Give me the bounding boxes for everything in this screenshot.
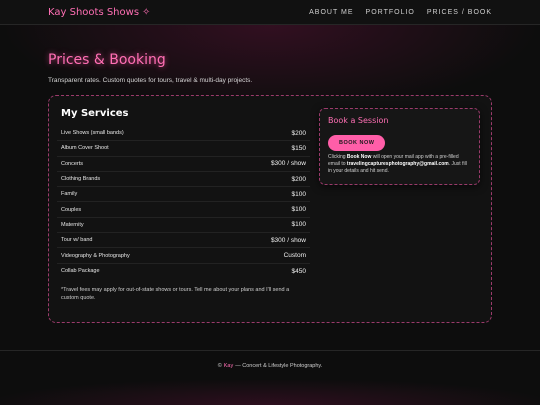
service-row: Tour w/ band $300 / show	[57, 233, 310, 249]
service-name: Family	[61, 191, 78, 198]
service-name: Maternity	[61, 221, 84, 228]
page-subtitle: Transparent rates. Custom quotes for tou…	[48, 77, 253, 84]
service-price: $100	[291, 221, 306, 229]
brand-logo[interactable]: Kay Shoots Shows ✧	[48, 7, 150, 18]
services-list: My Services Live Shows (small bands) $200…	[57, 108, 310, 303]
service-name: Live Shows (small bands)	[61, 130, 124, 137]
booking-text-bold: Book Now	[346, 154, 372, 160]
service-name: Concerts	[61, 160, 84, 167]
sparkle-icon: ✧	[142, 6, 151, 18]
service-price: $150	[291, 144, 306, 152]
service-price: $200	[291, 129, 306, 137]
pricing-panel: My Services Live Shows (small bands) $200…	[48, 95, 492, 323]
service-price: $100	[291, 190, 306, 198]
service-row: Collab Package $450	[57, 264, 310, 279]
footer-tagline: — Concert & Lifestyle Photography.	[235, 362, 323, 369]
booking-email-link[interactable]: travelingcapturesphotography@gmail.com	[347, 161, 449, 167]
travel-fee-note: *Travel fees may apply for out-of-state …	[61, 286, 290, 301]
service-row: Live Shows (small bands) $200	[57, 126, 310, 142]
service-price: $100	[291, 206, 306, 214]
footer-glow	[0, 380, 540, 405]
nav-portfolio[interactable]: PORTFOLIO	[366, 9, 415, 16]
service-row: Concerts $300 / show	[57, 157, 310, 172]
service-row: Videography & Photography Custom	[57, 248, 310, 264]
booking-instructions: Clicking Book Now will open your mail ap…	[328, 154, 471, 174]
service-name: Videography & Photography	[61, 252, 130, 259]
service-row: Maternity $100	[57, 218, 310, 234]
service-price: $300 / show	[270, 160, 306, 168]
book-now-button[interactable]: BOOK NOW	[328, 135, 386, 151]
services-title: My Services	[61, 108, 129, 119]
nav-about-me[interactable]: ABOUT ME	[309, 9, 353, 16]
service-price: $450	[291, 267, 306, 275]
brand-name: Kay Shoots Shows	[48, 6, 140, 18]
booking-card: Book a Session BOOK NOW Clicking Book No…	[319, 108, 480, 185]
service-price: Custom	[283, 252, 306, 260]
site-header: Kay Shoots Shows ✧ ABOUT ME PORTFOLIO PRI…	[0, 0, 540, 25]
service-row: Album Cover Shoot $150	[57, 141, 310, 157]
footer-name: Kay	[223, 362, 234, 369]
nav-prices-book[interactable]: PRICES / BOOK	[427, 9, 492, 16]
site-footer: © Kay — Concert & Lifestyle Photography.	[0, 350, 540, 380]
service-name: Album Cover Shoot	[61, 145, 109, 152]
copyright-symbol: ©	[217, 362, 222, 369]
hero-section: Prices & Booking Transparent rates. Cust…	[48, 52, 252, 84]
service-name: Couples	[61, 206, 82, 213]
service-row: Couples $100	[57, 202, 310, 218]
service-price: $300 / show	[270, 236, 306, 244]
service-name: Collab Package	[61, 268, 100, 275]
service-name: Clothing Brands	[61, 176, 101, 183]
service-row: Clothing Brands $200	[57, 172, 310, 188]
booking-title: Book a Session	[328, 116, 389, 125]
service-price: $200	[291, 175, 306, 183]
main-nav: ABOUT ME PORTFOLIO PRICES / BOOK	[297, 9, 492, 16]
service-name: Tour w/ band	[61, 237, 93, 244]
page-title: Prices & Booking	[48, 52, 166, 68]
booking-text-pre: Clicking	[328, 154, 347, 160]
service-row: Family $100	[57, 187, 310, 203]
